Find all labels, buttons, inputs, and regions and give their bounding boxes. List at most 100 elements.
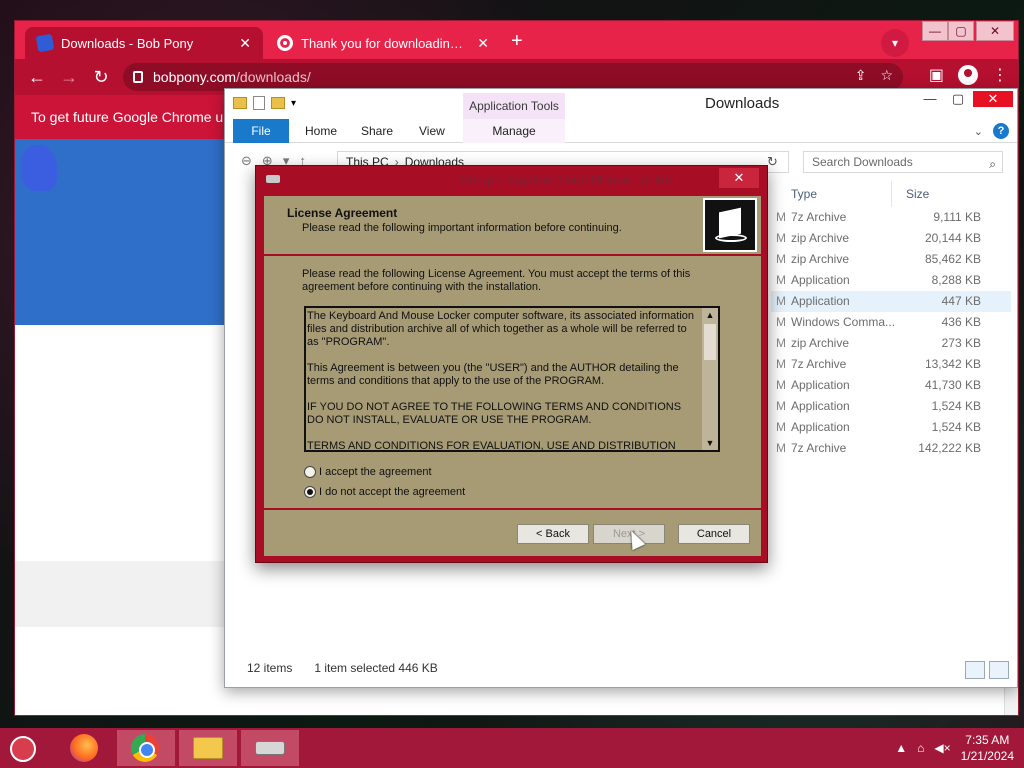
table-row[interactable]: M Windows Comma... 436 KB	[771, 312, 1011, 333]
scroll-down-arrow-icon[interactable]: ▼	[702, 436, 718, 450]
table-row[interactable]: M Application 1,524 KB	[771, 396, 1011, 417]
close-dialog-button[interactable]: ✕	[719, 168, 759, 188]
tab-search-chevron-icon[interactable]: ▾	[881, 29, 909, 57]
close-tab-icon[interactable]: ✕	[239, 35, 251, 52]
close-window-button[interactable]: ✕	[976, 21, 1014, 41]
chrome-icon	[131, 734, 159, 762]
help-icon[interactable]: ?	[993, 123, 1009, 139]
tab-share[interactable]: Share	[349, 119, 405, 143]
url-path: /downloads/	[236, 69, 311, 85]
search-placeholder: Search Downloads	[812, 155, 913, 169]
decline-agreement-radio[interactable]: I do not accept the agreement	[304, 486, 465, 498]
start-button[interactable]	[10, 736, 36, 762]
table-row[interactable]: Mzip Archive 20,144 KB	[771, 228, 1011, 249]
chrome-tab-strip: Downloads - Bob Pony ✕ Thank you for dow…	[15, 21, 1018, 59]
folder-icon[interactable]	[233, 97, 247, 109]
selection-info: 1 item selected 446 KB	[314, 661, 438, 675]
clock-time: 7:35 AM	[965, 733, 1010, 747]
new-tab-button[interactable]: +	[511, 30, 523, 52]
page-footer-block	[15, 561, 227, 627]
reload-icon[interactable]: ↻	[85, 67, 117, 88]
explorer-status-bar: 12 items 1 item selected 446 KB	[247, 661, 438, 675]
refresh-icon[interactable]: ↻	[767, 154, 778, 170]
expand-ribbon-chevron-icon[interactable]: ⌄	[974, 125, 983, 138]
close-window-button[interactable]: ✕	[973, 91, 1013, 107]
forward-arrow-icon[interactable]: →	[53, 67, 85, 88]
cancel-button[interactable]: Cancel	[678, 524, 750, 544]
bookmark-star-icon[interactable]: ☆	[880, 67, 893, 84]
volume-muted-icon[interactable]: ◀×	[934, 741, 950, 755]
table-row[interactable]: M 7z Archive 13,342 KB	[771, 354, 1011, 375]
large-icons-view-icon[interactable]	[989, 661, 1009, 679]
tab-thank-you[interactable]: Thank you for downloading Keyboard And M…	[265, 27, 501, 59]
back-arrow-icon[interactable]: ←	[21, 67, 53, 88]
folder-icon	[193, 737, 223, 759]
network-icon[interactable]: ⌂	[917, 741, 924, 755]
search-icon[interactable]: ⌕	[989, 154, 996, 174]
license-text: The Keyboard And Mouse Locker computer s…	[306, 308, 702, 450]
scroll-thumb[interactable]	[704, 324, 716, 360]
clock[interactable]: 7:35 AM 1/21/2024	[961, 732, 1014, 764]
profile-avatar-icon[interactable]	[958, 65, 978, 85]
tab-manage[interactable]: Manage	[463, 119, 565, 143]
tab-title: Downloads - Bob Pony	[61, 35, 194, 51]
taskbar-firefox[interactable]	[56, 730, 114, 766]
table-row[interactable]: M Application 1,524 KB	[771, 417, 1011, 438]
license-paragraph: IF YOU DO NOT AGREE TO THE FOLLOWING TER…	[307, 401, 682, 426]
back-button[interactable]: < Back	[517, 524, 589, 544]
tab-view[interactable]: View	[407, 119, 457, 143]
minimize-button[interactable]: —	[917, 91, 943, 106]
table-row[interactable]: M 7z Archive 9,111 KB	[771, 207, 1011, 228]
close-tab-icon[interactable]: ✕	[477, 35, 489, 52]
bobpony-logo-icon[interactable]	[21, 145, 57, 191]
customize-chevron-down-icon[interactable]: ▾	[291, 98, 296, 109]
taskbar-chrome[interactable]	[117, 730, 175, 766]
file-list: Type Size M 7z Archive 9,111 KB Mzip Archi…	[771, 181, 1011, 459]
share-icon[interactable]: ⇪	[855, 67, 867, 84]
table-row-selected[interactable]: M Application 447 KB	[771, 291, 1011, 312]
license-text-box[interactable]: The Keyboard And Mouse Locker computer s…	[304, 306, 720, 452]
table-row[interactable]: M Application 41,730 KB	[771, 375, 1011, 396]
maximize-button[interactable]: ▢	[945, 91, 971, 107]
maximize-button[interactable]: ▢	[948, 21, 974, 41]
column-header-type[interactable]: Type	[771, 181, 891, 207]
system-tray: ▲ ⌂ ◀× 7:35 AM 1/21/2024	[895, 732, 1014, 764]
globe-favicon-icon	[277, 35, 293, 51]
license-paragraph: The Keyboard And Mouse Locker computer s…	[307, 310, 695, 348]
table-row[interactable]: M 7z Archive 142,222 KB	[771, 438, 1011, 459]
minimize-button[interactable]: —	[922, 21, 948, 41]
kebab-menu-icon[interactable]: ⋮	[992, 65, 1008, 85]
explorer-titlebar: ▾ Application Tools Downloads — ▢ ✕	[225, 89, 1017, 119]
search-input[interactable]: Search Downloads ⌕	[803, 151, 1003, 173]
back-arrow-icon[interactable]: ⊖	[241, 153, 252, 169]
table-row[interactable]: M Application 8,288 KB	[771, 270, 1011, 291]
details-view-icon[interactable]	[965, 661, 985, 679]
address-bar[interactable]: bobpony.com/downloads/ ⇪ ☆	[123, 63, 903, 91]
properties-icon[interactable]	[253, 96, 265, 110]
setup-header: License Agreement Please read the follow…	[264, 196, 761, 254]
firefox-icon	[70, 734, 98, 762]
column-header-size[interactable]: Size	[891, 181, 981, 207]
table-row[interactable]: Mzip Archive 273 KB	[771, 333, 1011, 354]
license-scrollbar[interactable]: ▲ ▼	[702, 308, 718, 450]
tab-downloads[interactable]: Downloads - Bob Pony ✕	[25, 27, 263, 59]
accept-agreement-radio[interactable]: I accept the agreement	[304, 466, 432, 478]
decline-label: I do not accept the agreement	[319, 486, 466, 498]
scroll-up-arrow-icon[interactable]: ▲	[702, 308, 718, 322]
table-row[interactable]: Mzip Archive 85,462 KB	[771, 249, 1011, 270]
tab-home[interactable]: Home	[293, 119, 349, 143]
license-paragraph: This Agreement is between you (the "USER…	[307, 362, 679, 387]
taskbar-setup[interactable]	[241, 730, 299, 766]
radio-button-selected[interactable]	[304, 486, 316, 498]
new-folder-icon[interactable]	[271, 97, 285, 109]
tab-file[interactable]: File	[233, 119, 289, 143]
file-list-header: Type Size	[771, 181, 1011, 207]
ribbon-tabs: File Home Share View Manage ⌄ ?	[225, 119, 1017, 143]
taskbar-file-explorer[interactable]	[179, 730, 237, 766]
taskbar: ▲ ⌂ ◀× 7:35 AM 1/21/2024	[0, 728, 1024, 768]
side-panel-icon[interactable]: ▣	[929, 65, 944, 85]
radio-button[interactable]	[304, 466, 316, 478]
page-header-banner	[15, 139, 227, 325]
keyboard-icon	[255, 741, 285, 755]
show-hidden-icons-chevron-icon[interactable]: ▲	[895, 741, 907, 755]
